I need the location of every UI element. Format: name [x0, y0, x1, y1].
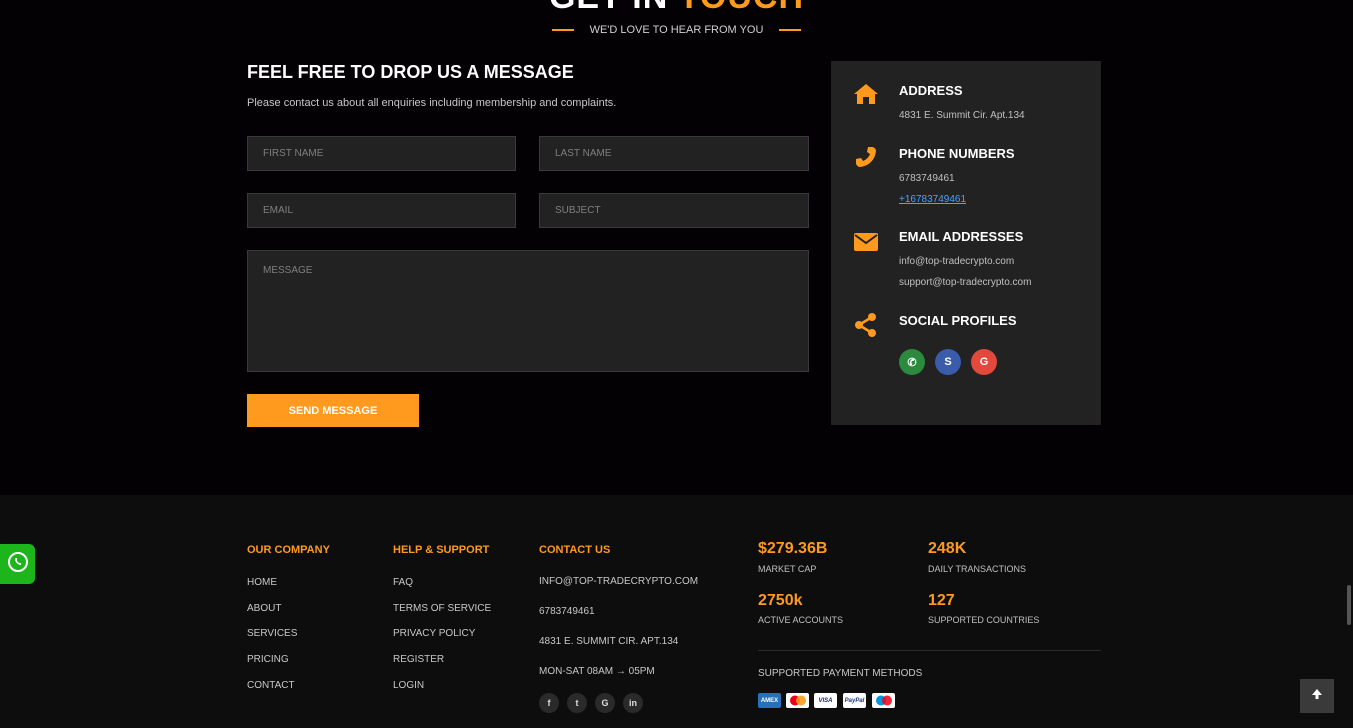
footer-contact-hours: MON-SAT 08AM → 05PM	[539, 666, 655, 677]
footer-link-services[interactable]: SERVICES	[247, 628, 297, 639]
footer-link-register[interactable]: REGISTER	[393, 654, 444, 665]
amex-icon: AMEX	[758, 693, 781, 708]
heading-part-2: TOUCH	[679, 0, 804, 16]
stat-daily-transactions-label: DAILY TRANSACTIONS	[928, 564, 1027, 574]
whatsapp-icon[interactable]: ✆	[899, 349, 925, 375]
form-title: FEEL FREE TO DROP US A MESSAGE	[247, 62, 574, 82]
linkedin-icon[interactable]: in	[623, 693, 643, 713]
google-icon[interactable]: G	[595, 693, 615, 713]
home-icon	[853, 81, 879, 107]
footer-contact-email: INFO@TOP-TRADECRYPTO.COM	[539, 576, 699, 587]
stat-countries-label: SUPPORTED COUNTRIES	[928, 615, 1040, 625]
stat-countries-value: 127	[928, 592, 955, 609]
footer-link-terms[interactable]: TERMS OF SERVICE	[393, 603, 491, 614]
payment-methods-title: SUPPORTED PAYMENT METHODS	[758, 668, 923, 679]
footer-link-contact[interactable]: CONTACT	[247, 680, 295, 691]
footer-company-title: OUR COMPANY	[247, 544, 330, 556]
footer-link-privacy[interactable]: PRIVACY POLICY	[393, 628, 475, 639]
divider-left	[551, 29, 574, 31]
subject-input[interactable]	[539, 193, 809, 228]
phone-number-link[interactable]: +16783749461	[899, 194, 966, 205]
footer-link-login[interactable]: LOGIN	[393, 680, 424, 691]
chat-icon	[7, 551, 29, 578]
contact-section: GET IN TOUCH WE'D LOVE TO HEAR FROM YOU …	[0, 0, 1353, 495]
footer-contact-phone: 6783749461	[539, 606, 595, 617]
first-name-input[interactable]	[247, 136, 516, 171]
footer-contact-address: 4831 E. SUMMIT CIR. APT.134	[539, 636, 679, 647]
google-plus-icon[interactable]: G	[971, 349, 997, 375]
scrollbar-thumb[interactable]	[1347, 585, 1351, 625]
last-name-input[interactable]	[539, 136, 809, 171]
arrow-up-icon	[1311, 687, 1323, 705]
twitter-icon[interactable]: t	[567, 693, 587, 713]
phone-icon	[853, 144, 879, 170]
address-line: 4831 E. Summit Cir. Apt.134	[899, 110, 1025, 121]
phone-title: PHONE NUMBERS	[899, 146, 1015, 161]
footer-divider	[758, 650, 1101, 651]
send-message-button[interactable]: SEND MESSAGE	[247, 394, 419, 427]
footer-link-home[interactable]: HOME	[247, 577, 277, 588]
footer-link-about[interactable]: ABOUT	[247, 603, 281, 614]
divider-right	[779, 29, 802, 31]
footer-link-faq[interactable]: FAQ	[393, 577, 413, 588]
footer-help-title: HELP & SUPPORT	[393, 544, 490, 556]
section-subheading: WE'D LOVE TO HEAR FROM YOU	[0, 24, 1353, 36]
footer-contact-title: CONTACT US	[539, 544, 611, 556]
paypal-icon: PayPal	[843, 693, 866, 708]
stat-active-accounts-value: 2750k	[758, 592, 803, 609]
section-heading: GET IN TOUCH	[0, 0, 1353, 17]
social-title: SOCIAL PROFILES	[899, 313, 1017, 328]
message-textarea[interactable]	[247, 250, 809, 372]
contact-page: GET IN TOUCH WE'D LOVE TO HEAR FROM YOU …	[0, 0, 1353, 728]
email-input[interactable]	[247, 193, 516, 228]
footer	[0, 495, 1353, 728]
email-address-2: support@top-tradecrypto.com	[899, 277, 1032, 288]
stat-active-accounts-label: ACTIVE ACCOUNTS	[758, 615, 844, 625]
heading-part-1: GET IN	[549, 0, 668, 16]
email-title: EMAIL ADDRESSES	[899, 229, 1024, 244]
facebook-icon[interactable]: f	[539, 693, 559, 713]
envelope-icon	[853, 229, 879, 255]
share-icon	[853, 312, 879, 338]
phone-number-1: 6783749461	[899, 173, 955, 184]
email-address-1: info@top-tradecrypto.com	[899, 256, 1015, 267]
stat-market-cap-value: $279.36B	[758, 540, 828, 557]
form-description: Please contact us about all enquiries in…	[247, 97, 617, 109]
scroll-to-top-button[interactable]	[1300, 679, 1334, 713]
contact-info-card: ADDRESS 4831 E. Summit Cir. Apt.134 PHON…	[831, 61, 1101, 425]
chat-widget-button[interactable]	[0, 544, 35, 584]
stat-market-cap-label: MARKET CAP	[758, 564, 817, 574]
stat-daily-transactions-value: 248K	[928, 540, 967, 557]
address-title: ADDRESS	[899, 83, 963, 98]
maestro-icon	[872, 693, 895, 708]
footer-link-pricing[interactable]: PRICING	[247, 654, 289, 665]
visa-icon: VISA	[814, 693, 837, 708]
mastercard-icon	[786, 693, 809, 708]
subheading-text: WE'D LOVE TO HEAR FROM YOU	[589, 24, 764, 36]
skype-icon[interactable]: S	[935, 349, 961, 375]
